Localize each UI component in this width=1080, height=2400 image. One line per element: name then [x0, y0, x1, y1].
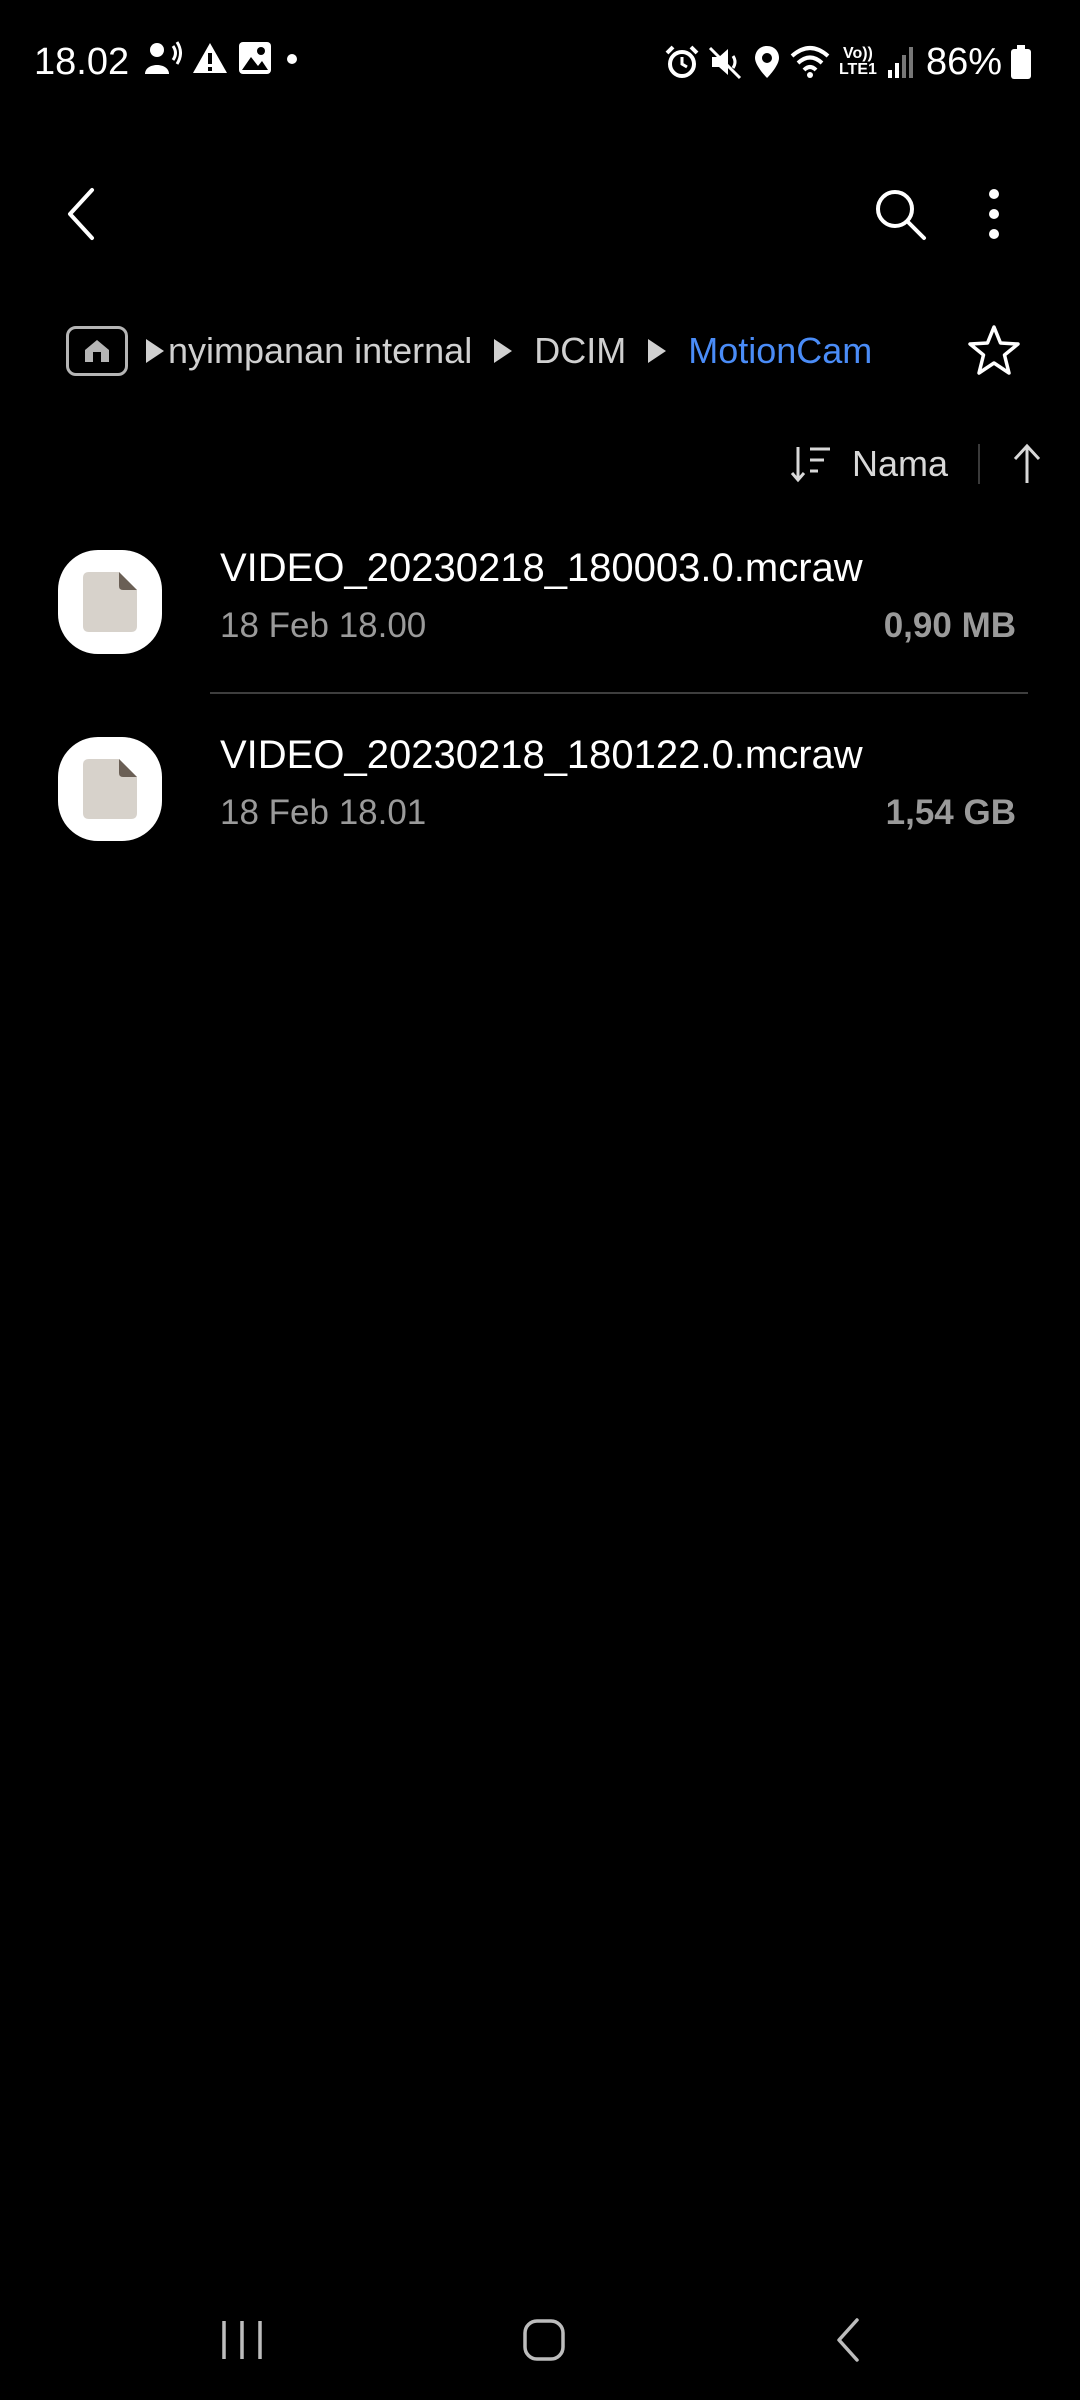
list-item[interactable]: VIDEO_20230218_180122.0.mcraw 18 Feb 18.… [0, 707, 1080, 887]
file-icon [81, 570, 139, 634]
image-icon [238, 41, 272, 75]
file-icon [81, 757, 139, 821]
breadcrumb-item-motioncam[interactable]: MotionCam [688, 330, 872, 372]
status-right-icons: Vo)) LTE1 86% [664, 36, 1032, 88]
folder-home-button[interactable] [66, 326, 128, 376]
file-name: VIDEO_20230218_180122.0.mcraw [220, 733, 863, 777]
breadcrumb-item-dcim[interactable]: DCIM [534, 330, 626, 372]
location-icon [752, 44, 782, 80]
more-options-button[interactable] [946, 166, 1042, 262]
more-vert-icon [986, 188, 1002, 240]
star-icon [967, 324, 1021, 376]
file-size: 0,90 MB [883, 606, 1016, 645]
breadcrumb-item-internal-storage[interactable]: nyimpanan internal [168, 330, 472, 372]
sort-divider [978, 444, 980, 484]
list-divider [210, 692, 1028, 694]
sort-lines-icon [790, 445, 834, 483]
wifi-icon [790, 44, 830, 80]
list-item[interactable]: VIDEO_20230218_180003.0.mcraw 18 Feb 18.… [0, 520, 1080, 700]
nav-recents-button[interactable] [172, 2290, 312, 2390]
file-icon-container [58, 737, 162, 841]
back-button[interactable] [34, 166, 130, 262]
breadcrumb: nyimpanan internal DCIM MotionCam [66, 318, 872, 384]
favorite-button[interactable] [946, 302, 1042, 398]
signal-icon [886, 44, 914, 80]
status-time: 18.02 [34, 41, 130, 83]
battery-icon [1010, 44, 1032, 80]
home-icon [522, 2318, 566, 2362]
arrow-up-icon [1010, 443, 1044, 485]
recents-icon [220, 2319, 264, 2361]
back-icon [833, 2316, 863, 2364]
alarm-icon [664, 44, 700, 80]
search-button[interactable] [852, 166, 948, 262]
file-size: 1,54 GB [885, 793, 1016, 832]
sort-bar: Nama [790, 432, 1044, 496]
search-icon [872, 186, 928, 242]
folder-home-icon [82, 338, 112, 364]
mute-icon [708, 44, 744, 80]
status-left-icons [144, 40, 302, 76]
volte-icon: Vo)) LTE1 [838, 45, 877, 78]
file-name: VIDEO_20230218_180003.0.mcraw [220, 546, 863, 590]
sort-direction-button[interactable] [1010, 443, 1044, 485]
file-date: 18 Feb 18.00 [220, 606, 427, 645]
breadcrumb-separator-icon [646, 337, 668, 365]
dot-icon [282, 41, 302, 75]
voice-call-icon [144, 40, 182, 76]
breadcrumb-separator-icon [492, 337, 514, 365]
file-date: 18 Feb 18.01 [220, 793, 427, 832]
sort-by-button[interactable]: Nama [790, 443, 978, 485]
warning-icon [192, 41, 228, 75]
nav-home-button[interactable] [474, 2290, 614, 2390]
file-icon-container [58, 550, 162, 654]
battery-percentage: 86% [925, 41, 1002, 83]
breadcrumb-separator-icon [144, 337, 166, 365]
sort-label: Nama [851, 443, 948, 484]
nav-back-button[interactable] [778, 2290, 918, 2390]
chevron-left-icon [62, 186, 102, 242]
